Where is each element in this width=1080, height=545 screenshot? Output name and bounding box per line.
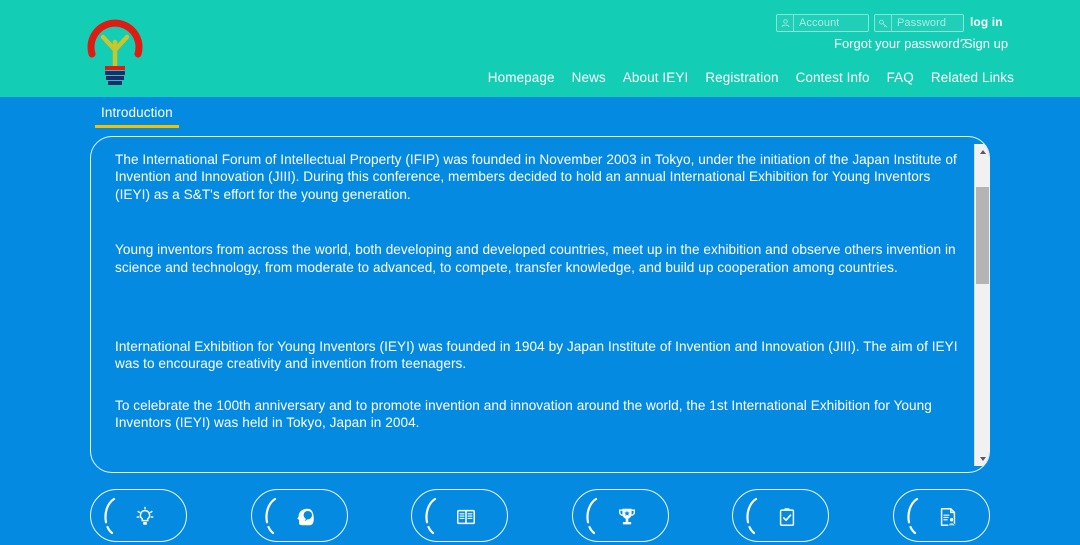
ieyi-lightbulb-logo[interactable] (72, 6, 158, 92)
nav-item-related-links[interactable]: Related Links (931, 70, 1014, 85)
intro-paragraph-2: Young inventors from across the world, b… (115, 241, 960, 276)
bottom-button-clipboard-check[interactable] (732, 489, 829, 542)
site-header: Account Password log in Forgot your pass… (0, 0, 1080, 97)
chevron-down-icon (980, 457, 986, 461)
intro-paragraph-1: The International Forum of Intellectual … (115, 151, 960, 203)
paragraph-gap (115, 373, 961, 397)
nav-item-about-ieyi[interactable]: About IEYI (623, 70, 689, 85)
key-icon (875, 15, 891, 31)
tab-bar: Introduction (95, 103, 179, 128)
paragraph-gap (115, 203, 961, 241)
trophy-icon (613, 503, 641, 531)
login-area: Account Password log in Forgot your pass… (772, 12, 1072, 62)
login-button[interactable]: log in (970, 15, 1003, 29)
content-scroll-area: The International Forum of Intellectual … (91, 137, 990, 473)
bottom-button-trophy[interactable] (572, 489, 669, 542)
content-panel: The International Forum of Intellectual … (90, 136, 990, 473)
decorative-arc (740, 496, 762, 536)
bottom-button-lightbulb[interactable] (90, 489, 187, 542)
password-input-text[interactable]: Password (892, 17, 946, 29)
intro-paragraph-4: To celebrate the 100th anniversary and t… (115, 397, 960, 432)
scroll-up-arrow[interactable] (975, 144, 990, 159)
lightbulb-icon (131, 503, 159, 531)
account-input-text[interactable]: Account (794, 17, 839, 29)
chevron-up-icon (980, 150, 986, 154)
account-field[interactable]: Account (776, 14, 869, 32)
nav-item-registration[interactable]: Registration (705, 70, 778, 85)
decorative-arc (259, 496, 281, 536)
decorative-arc (580, 496, 602, 536)
password-field[interactable]: Password (874, 14, 964, 32)
scrollbar-thumb[interactable] (976, 187, 989, 284)
content-scrollbar[interactable] (974, 144, 989, 466)
signup-link[interactable]: Sign up (964, 36, 1008, 51)
decorative-arc (901, 496, 923, 536)
intro-paragraph-3: International Exhibition for Young Inven… (115, 338, 960, 373)
bottom-button-head-thought[interactable] (251, 489, 348, 542)
nav-item-faq[interactable]: FAQ (887, 70, 914, 85)
nav-item-news[interactable]: News (572, 70, 606, 85)
clipboard-check-icon (773, 503, 801, 531)
decorative-arc (98, 496, 120, 536)
person-icon (777, 15, 793, 31)
nav-item-homepage[interactable]: Homepage (488, 70, 555, 85)
open-book-icon (452, 503, 480, 531)
paragraph-gap (115, 276, 961, 338)
bottom-button-document-person[interactable] (893, 489, 990, 542)
main-navigation: Homepage News About IEYI Registration Co… (488, 70, 1014, 85)
bottom-button-bar (90, 489, 990, 545)
tab-introduction[interactable]: Introduction (95, 103, 179, 128)
document-person-icon (934, 503, 962, 531)
scroll-down-arrow[interactable] (975, 451, 990, 466)
head-thought-icon (292, 503, 320, 531)
nav-item-contest-info[interactable]: Contest Info (796, 70, 870, 85)
bottom-button-open-book[interactable] (411, 489, 508, 542)
decorative-arc (419, 496, 441, 536)
forgot-password-link[interactable]: Forgot your password? (834, 36, 967, 51)
